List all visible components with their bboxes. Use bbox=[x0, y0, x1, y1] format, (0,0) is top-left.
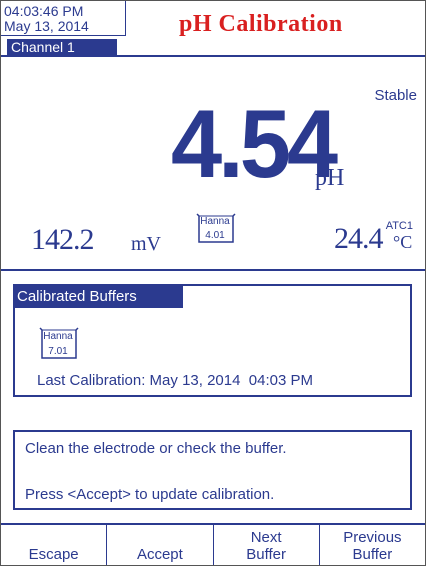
clock-vertical-divider bbox=[125, 1, 126, 36]
calibrated-buffers-panel: Calibrated Buffers Hanna 7.01 Last Calib… bbox=[13, 284, 412, 397]
last-calibration-text: Last Calibration: May 13, 2014 04:03 PM bbox=[37, 372, 313, 389]
atc-label: ATC1 bbox=[385, 220, 413, 232]
accept-button[interactable]: Accept bbox=[107, 525, 214, 565]
current-buffer-value: 4.01 bbox=[205, 230, 225, 241]
mv-reading-unit: mV bbox=[131, 233, 161, 255]
clock-time: 04:03:46 PM bbox=[4, 3, 84, 19]
calibrated-buffers-title: Calibrated Buffers bbox=[15, 286, 183, 308]
clock-date: May 13, 2014 bbox=[4, 18, 89, 34]
calibrated-buffer-value: 7.01 bbox=[48, 346, 68, 357]
ph-reading-value: 4.54 bbox=[171, 90, 338, 198]
current-buffer-beaker-icon: Hanna 4.01 bbox=[194, 212, 236, 244]
previous-buffer-button[interactable]: Previous Buffer bbox=[320, 525, 425, 565]
calibrated-buffer-brand: Hanna bbox=[43, 331, 73, 342]
escape-button[interactable]: Escape bbox=[1, 525, 108, 565]
section-divider bbox=[1, 269, 425, 271]
temperature-unit: °C bbox=[393, 232, 413, 252]
temperature-value: 24.4 bbox=[334, 222, 383, 255]
channel-tab[interactable]: Channel 1 bbox=[7, 39, 117, 55]
current-buffer-brand: Hanna bbox=[200, 216, 230, 227]
message-line-2: Press <Accept> to update calibration. bbox=[25, 486, 275, 503]
message-line-1: Clean the electrode or check the buffer. bbox=[25, 440, 287, 457]
next-buffer-button[interactable]: Next Buffer bbox=[214, 525, 320, 565]
header-bar: 04:03:46 PM May 13, 2014 pH Calibration … bbox=[1, 1, 425, 57]
calibrated-buffer-beaker-icon: Hanna 7.01 bbox=[37, 326, 79, 360]
calibration-screen: 04:03:46 PM May 13, 2014 pH Calibration … bbox=[0, 0, 426, 566]
page-title: pH Calibration bbox=[179, 11, 343, 37]
clock-divider bbox=[1, 35, 125, 36]
softkey-bar: Escape Accept Next Buffer Previous Buffer bbox=[1, 523, 425, 565]
stability-indicator: Stable bbox=[374, 87, 417, 104]
message-panel: Clean the electrode or check the buffer.… bbox=[13, 430, 412, 510]
mv-reading-value: 142.2 bbox=[31, 223, 94, 256]
ph-reading-unit: pH bbox=[315, 165, 345, 191]
